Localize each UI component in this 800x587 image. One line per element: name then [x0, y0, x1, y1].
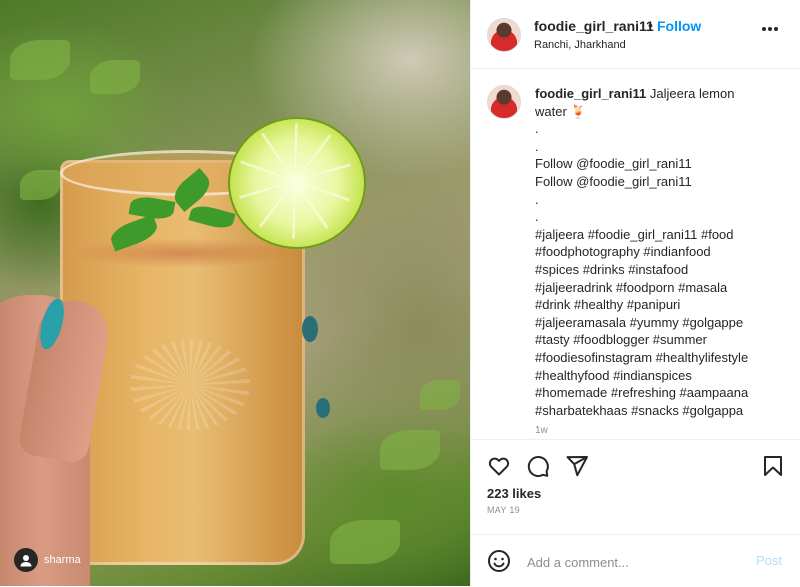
caption-line: #jaljeeramasala #yummy #golgappe	[535, 314, 744, 330]
comment-icon[interactable]	[526, 454, 550, 478]
caption-username[interactable]: foodie_girl_rani11	[535, 86, 646, 101]
post-sidebar: foodie_girl_rani11 • Follow Ranchi, Jhar…	[470, 0, 800, 586]
caption-line: water 🍹	[535, 103, 587, 119]
post-header: foodie_girl_rani11 • Follow Ranchi, Jhar…	[471, 0, 800, 69]
person-icon	[20, 555, 32, 567]
more-horizontal-icon[interactable]	[761, 26, 779, 32]
share-icon[interactable]	[565, 454, 589, 478]
tagged-user[interactable]: sharma	[14, 548, 81, 572]
location-link[interactable]: Ranchi, Jharkhand	[534, 39, 626, 51]
caption-line: .	[535, 138, 539, 154]
caption-line: #foodiesofinstagram #healthylifestyle	[535, 349, 749, 365]
avatar[interactable]	[487, 18, 521, 52]
caption-line: .	[535, 121, 539, 137]
background-leaf	[420, 380, 460, 410]
follow-button[interactable]: Follow	[657, 18, 701, 34]
caption-line: #healthyfood #indianspices	[535, 367, 692, 383]
caption-line: .	[535, 209, 539, 225]
background-leaf	[330, 520, 400, 564]
spice-rim	[70, 238, 295, 268]
bookmark-icon[interactable]	[761, 454, 785, 478]
caption-line: .	[535, 191, 539, 207]
post-comment-button[interactable]: Post	[756, 553, 782, 568]
caption-line: Follow @foodie_girl_rani11	[535, 156, 692, 172]
post-photo[interactable]: sharma	[0, 0, 470, 586]
caption-line: #tasty #foodblogger #summer	[535, 332, 707, 348]
background-leaf	[10, 40, 70, 80]
username-link[interactable]: foodie_girl_rani11	[534, 18, 654, 34]
fingernail	[302, 316, 318, 342]
glass-pattern	[130, 340, 250, 430]
background-leaf	[380, 430, 440, 470]
fingernail	[316, 398, 330, 418]
caption-line: Follow @foodie_girl_rani11	[535, 173, 692, 189]
emoji-icon[interactable]	[487, 549, 511, 573]
comments-section[interactable]: foodie_girl_rani11 Jaljeera lemon water …	[471, 69, 800, 439]
caption-text: foodie_girl_rani11 Jaljeera lemon water …	[535, 85, 783, 419]
caption-line: #spices #drinks #instafood	[535, 261, 689, 277]
background-leaf	[20, 170, 60, 200]
caption-line: Jaljeera lemon	[646, 86, 735, 101]
caption-line: #jaljeera #foodie_girl_rani11 #food	[535, 226, 734, 242]
caption-line: #jaljeeradrink #foodporn #masala	[535, 279, 728, 295]
add-comment-bar: Post	[471, 534, 800, 587]
post-actions: 223 likes MAY 19	[471, 439, 800, 540]
separator-dot: •	[648, 17, 653, 33]
caption-line: #sharbatekhaas #snacks #golgappa	[535, 402, 744, 418]
comment-input[interactable]	[525, 549, 749, 575]
caption-line: #foodphotography #indianfood	[535, 244, 711, 260]
post-date[interactable]: MAY 19	[487, 505, 520, 515]
user-tag-icon	[14, 548, 38, 572]
post-time-ago[interactable]: 1w	[535, 425, 548, 436]
caption-line: #homemade #refreshing #aampaana	[535, 385, 749, 401]
background-leaf	[90, 60, 140, 94]
heart-icon[interactable]	[487, 454, 511, 478]
avatar[interactable]	[487, 85, 521, 119]
likes-count[interactable]: 223 likes	[487, 486, 541, 501]
tagged-user-label: sharma	[44, 554, 81, 566]
caption-line: #drink #healthy #panipuri	[535, 297, 681, 313]
